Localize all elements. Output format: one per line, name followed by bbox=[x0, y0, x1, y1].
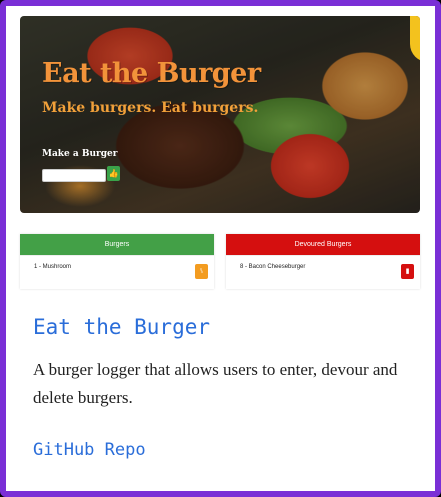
burger-item-label: 1 - Mushroom bbox=[34, 264, 72, 270]
thumbs-up-icon: 👍 bbox=[108, 169, 119, 178]
delete-button[interactable]: ▮ bbox=[401, 264, 414, 279]
make-burger-label: Make a Burger bbox=[42, 149, 118, 159]
trash-icon: ▮ bbox=[405, 268, 410, 275]
github-repo-link[interactable]: GitHub Repo bbox=[33, 440, 146, 460]
hero-title: Eat the Burger bbox=[42, 58, 261, 89]
project-card: Eat the Burger Make burgers. Eat burgers… bbox=[0, 0, 441, 497]
utensils-icon: ⑊ bbox=[199, 268, 204, 275]
project-screenshot: Eat the Burger Make burgers. Eat burgers… bbox=[20, 16, 420, 289]
burger-name-input[interactable] bbox=[42, 169, 106, 182]
hero-banner: Eat the Burger Make burgers. Eat burgers… bbox=[20, 16, 420, 213]
project-description: A burger logger that allows users to ent… bbox=[33, 360, 398, 407]
list-item: 8 - Bacon Cheeseburger ▮ bbox=[226, 255, 420, 290]
submit-burger-button[interactable]: 👍 bbox=[107, 166, 120, 181]
devoured-item-label: 8 - Bacon Cheeseburger bbox=[240, 264, 306, 270]
burgers-panel-header: Burgers bbox=[20, 234, 214, 255]
devoured-panel: Devoured Burgers 8 - Bacon Cheeseburger … bbox=[226, 234, 420, 289]
decorative-bun bbox=[410, 16, 420, 62]
list-item: 1 - Mushroom ⑊ bbox=[20, 255, 214, 290]
hero-subtitle: Make burgers. Eat burgers. bbox=[42, 100, 259, 116]
burgers-panel: Burgers 1 - Mushroom ⑊ bbox=[20, 234, 214, 289]
project-title: Eat the Burger bbox=[33, 315, 211, 339]
devour-button[interactable]: ⑊ bbox=[195, 264, 208, 279]
devoured-panel-header: Devoured Burgers bbox=[226, 234, 420, 255]
